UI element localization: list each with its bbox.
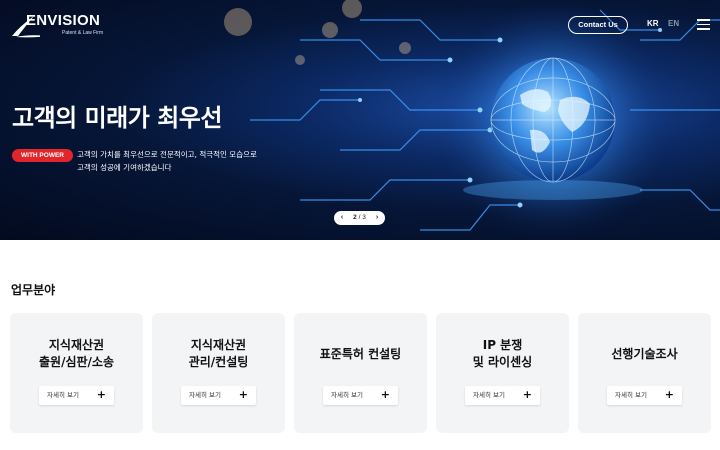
language-en-link[interactable]: EN — [668, 19, 679, 28]
details-button-label: 자세히 보기 — [189, 391, 221, 399]
plus-icon: + — [664, 388, 674, 401]
practice-card[interactable]: 지식재산권 관리/컨설팅 자세히 보기 + — [152, 313, 285, 433]
card-title: 선행기술조사 — [578, 346, 711, 363]
plus-icon: + — [96, 388, 106, 401]
plus-icon: + — [522, 388, 532, 401]
chevron-left-icon[interactable]: ‹ — [336, 211, 348, 225]
details-button[interactable]: 자세히 보기 + — [323, 386, 398, 405]
slide-pager: ‹ 2 / 3 › — [334, 211, 385, 225]
details-button-label: 자세히 보기 — [331, 391, 363, 399]
envision-logo[interactable]: ENVISION Patent & Law Firm — [10, 10, 120, 38]
practice-card[interactable]: 표준특허 컨설팅 자세히 보기 + — [294, 313, 427, 433]
practice-card[interactable]: 선행기술조사 자세히 보기 + — [578, 313, 711, 433]
top-navigation-bar: ENVISION Patent & Law Firm Contact Us KR… — [0, 0, 720, 48]
logo-text: ENVISION — [26, 12, 101, 29]
details-button[interactable]: 자세히 보기 + — [181, 386, 256, 405]
details-button-label: 자세히 보기 — [473, 391, 505, 399]
slide-counter: 2 / 3 — [348, 211, 371, 225]
card-title-line-1: 표준특허 컨설팅 — [319, 347, 402, 361]
details-button[interactable]: 자세히 보기 + — [607, 386, 682, 405]
language-kr-link[interactable]: KR — [647, 19, 659, 28]
practice-card[interactable]: IP 분쟁 및 라이센싱 자세히 보기 + — [436, 313, 569, 433]
hero-banner: ENVISION Patent & Law Firm Contact Us KR… — [0, 0, 720, 240]
card-title-line-1: 선행기술조사 — [611, 347, 678, 361]
plus-icon: + — [238, 388, 248, 401]
hamburger-menu-icon[interactable] — [697, 19, 710, 30]
details-button-label: 자세히 보기 — [47, 391, 79, 399]
hero-description: 고객의 가치를 최우선으로 전문적이고, 적극적인 모습으로 고객의 성공에 기… — [77, 148, 257, 174]
contact-us-button[interactable]: Contact Us — [568, 16, 628, 34]
details-button[interactable]: 자세히 보기 + — [39, 386, 114, 405]
slide-total: 3 — [362, 214, 366, 221]
card-title-line-1: 지식재산권 — [190, 338, 247, 352]
with-power-badge: WITH POWER — [12, 149, 73, 162]
plus-icon: + — [380, 388, 390, 401]
details-button-label: 자세히 보기 — [615, 391, 647, 399]
card-title-line-1: IP 분쟁 — [482, 338, 523, 352]
practice-card[interactable]: 지식재산권 출원/심판/소송 자세히 보기 + — [10, 313, 143, 433]
details-button[interactable]: 자세히 보기 + — [465, 386, 540, 405]
card-title-line-2: 출원/심판/소송 — [38, 355, 114, 369]
logo-subtitle: Patent & Law Firm — [62, 30, 104, 36]
card-title-line-1: 지식재산권 — [48, 338, 105, 352]
card-title: 지식재산권 관리/컨설팅 — [152, 337, 285, 371]
hero-title: 고객의 미래가 최우선 — [12, 104, 222, 132]
hero-description-line-2: 고객의 성공에 기여하겠습니다 — [77, 163, 172, 172]
card-title: 표준특허 컨설팅 — [294, 346, 427, 363]
section-title: 업무분야 — [11, 283, 56, 297]
hero-description-line-1: 고객의 가치를 최우선으로 전문적이고, 적극적인 모습으로 — [77, 150, 257, 159]
card-title-line-2: 및 라이센싱 — [472, 355, 533, 369]
chevron-right-icon[interactable]: › — [371, 211, 383, 225]
card-title: 지식재산권 출원/심판/소송 — [10, 337, 143, 371]
card-title: IP 분쟁 및 라이센싱 — [436, 337, 569, 371]
card-title-line-2: 관리/컨설팅 — [188, 355, 249, 369]
